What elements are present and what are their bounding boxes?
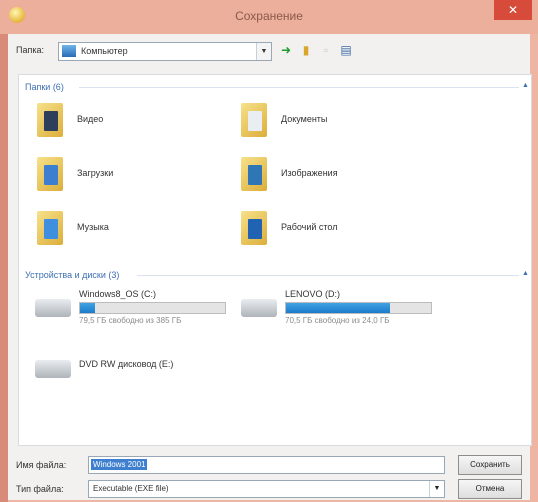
folder-name: Рабочий стол — [281, 222, 338, 232]
collapse-icon[interactable]: ▲ — [522, 82, 529, 89]
downloads-folder-icon — [37, 157, 63, 191]
folder-up-icon[interactable]: ▮ — [298, 42, 314, 58]
drive-item-d[interactable]: LENOVO (D:) 70,5 ГБ свободно из 24,0 ГБ — [241, 289, 451, 335]
folder-name: Загрузки — [77, 168, 114, 178]
folder-item-downloads[interactable]: Загрузки — [37, 157, 227, 197]
save-dialog: Сохранение ✕ Папка: Компьютер ▼ ➜ ▮ ▫ ▤ … — [0, 0, 538, 502]
folder-item-music[interactable]: Музыка — [37, 211, 227, 251]
computer-icon — [62, 45, 76, 57]
window-left-border — [0, 34, 8, 502]
filetype-value: Executable (EXE file) — [93, 484, 169, 493]
filename-label: Имя файла: — [16, 460, 67, 470]
location-combo[interactable]: Компьютер ▼ — [58, 42, 272, 61]
filename-value: Windows 2001 — [91, 459, 148, 470]
dialog-footer: Имя файла: Windows 2001 Тип файла: Execu… — [8, 444, 530, 500]
back-icon[interactable]: ➜ — [278, 42, 294, 58]
cancel-button[interactable]: Отмена — [458, 479, 522, 499]
drive-name: Windows8_OS (C:) — [79, 289, 157, 299]
file-browser-pane[interactable]: Папки (6) ▲ Видео Документы Загрузки Изо… — [18, 74, 532, 446]
filetype-select[interactable]: Executable (EXE file) ▼ — [88, 480, 445, 498]
folder-label: Папка: — [16, 45, 44, 55]
view-menu-icon[interactable]: ▤ — [338, 42, 354, 58]
window-title: Сохранение — [235, 9, 303, 23]
drive-name: DVD RW дисковод (E:) — [79, 359, 174, 369]
drive-item-c[interactable]: Windows8_OS (C:) 79,5 ГБ свободно из 385… — [35, 289, 245, 335]
filetype-label: Тип файла: — [16, 484, 64, 494]
system-drive-icon — [35, 299, 71, 317]
folder-name: Видео — [77, 114, 104, 124]
folder-name: Изображения — [281, 168, 338, 178]
devices-group-title[interactable]: Устройства и диски (3) — [25, 270, 119, 280]
location-value: Компьютер — [81, 46, 128, 56]
folders-group-title[interactable]: Папки (6) — [25, 82, 64, 92]
save-button[interactable]: Сохранить — [458, 455, 522, 475]
group-divider — [137, 275, 519, 276]
title-bar[interactable]: Сохранение ✕ — [0, 0, 538, 34]
dialog-client: Папка: Компьютер ▼ ➜ ▮ ▫ ▤ Папки (6) ▲ В… — [8, 34, 532, 500]
videos-folder-icon — [37, 103, 63, 137]
folder-item-documents[interactable]: Документы — [241, 103, 431, 143]
collapse-icon[interactable]: ▲ — [522, 270, 529, 277]
drive-icon — [241, 299, 277, 317]
drive-free-space: 79,5 ГБ свободно из 385 ГБ — [79, 316, 182, 325]
folder-item-desktop[interactable]: Рабочий стол — [241, 211, 431, 251]
drive-usage-bar — [285, 302, 432, 314]
drive-usage-fill — [286, 303, 391, 313]
folder-item-videos[interactable]: Видео — [37, 103, 227, 143]
drive-name: LENOVO (D:) — [285, 289, 341, 299]
folder-item-pictures[interactable]: Изображения — [241, 157, 431, 197]
location-toolbar: Папка: Компьютер ▼ ➜ ▮ ▫ ▤ — [8, 34, 530, 68]
folder-name: Документы — [281, 114, 328, 124]
folder-name: Музыка — [77, 222, 109, 232]
dvd-drive-icon — [35, 360, 71, 378]
new-folder-icon[interactable]: ▫ — [318, 42, 334, 58]
drive-item-e[interactable]: DVD RW дисковод (E:) — [35, 350, 245, 396]
drive-usage-fill — [80, 303, 95, 313]
pictures-folder-icon — [241, 157, 267, 191]
desktop-folder-icon — [241, 211, 267, 245]
chevron-down-icon[interactable]: ▼ — [256, 43, 271, 60]
music-folder-icon — [37, 211, 63, 245]
drive-usage-bar — [79, 302, 226, 314]
close-button[interactable]: ✕ — [494, 0, 532, 20]
chevron-down-icon[interactable]: ▼ — [429, 481, 444, 497]
documents-folder-icon — [241, 103, 267, 137]
filename-input[interactable]: Windows 2001 — [88, 456, 445, 474]
group-divider — [79, 87, 519, 88]
drive-free-space: 70,5 ГБ свободно из 24,0 ГБ — [285, 316, 390, 325]
